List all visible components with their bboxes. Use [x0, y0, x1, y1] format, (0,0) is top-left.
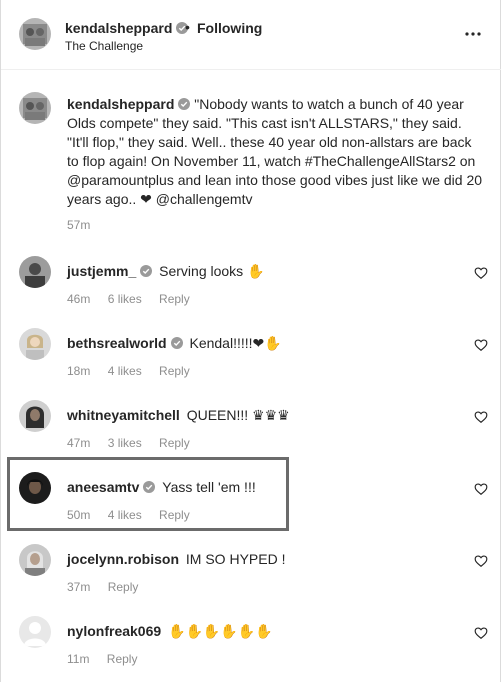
like-heart-icon[interactable] [474, 410, 488, 424]
avatar[interactable] [19, 256, 51, 288]
comment-body: Serving looks ✋ [159, 263, 265, 279]
comment-item: nylonfreak069 ✋✋✋✋✋✋ 11m Reply [1, 616, 501, 682]
avatar[interactable] [19, 400, 51, 432]
like-heart-icon[interactable] [474, 482, 488, 496]
comment-username[interactable]: nylonfreak069 [67, 623, 161, 639]
comment-body: ✋✋✋✋✋✋ [168, 623, 273, 639]
reply-button[interactable]: Reply [159, 436, 190, 450]
comment-timestamp[interactable]: 46m [67, 292, 90, 306]
verified-badge-icon [140, 265, 153, 277]
avatar[interactable] [19, 18, 51, 50]
post-header: kendalsheppard • Following The Challenge [1, 0, 501, 70]
comment-meta: 11m Reply [67, 652, 151, 666]
comment-meta: 37m Reply [67, 580, 152, 594]
comment-username[interactable]: whitneyamitchell [67, 407, 180, 423]
like-heart-icon[interactable] [474, 338, 488, 352]
comment-meta: 47m 3 likes Reply [67, 436, 204, 450]
post-author-name[interactable]: kendalsheppard [65, 20, 172, 36]
comment-item: justjemm_ Serving looks ✋ 46m 6 likes Re… [1, 256, 501, 328]
avatar[interactable] [19, 328, 51, 360]
highlight-frame [7, 457, 289, 531]
separator-dot: • [185, 19, 190, 35]
reply-button[interactable]: Reply [159, 364, 190, 378]
comment-text: nylonfreak069 ✋✋✋✋✋✋ [67, 622, 447, 640]
comment-likes[interactable]: 6 likes [108, 292, 142, 306]
comment-body: Kendal!!!!!❤✋ [189, 335, 282, 351]
comment-body: QUEEN!!! ♛♛♛ [186, 407, 290, 423]
comment-text: justjemm_ Serving looks ✋ [67, 262, 447, 280]
comment-meta: 18m 4 likes Reply [67, 364, 204, 378]
comment-meta: 46m 6 likes Reply [67, 292, 204, 306]
comment-body: IM SO HYPED ! [185, 551, 286, 567]
verified-badge-icon [170, 337, 183, 349]
avatar[interactable] [19, 92, 51, 124]
comment-likes[interactable]: 3 likes [108, 436, 142, 450]
like-heart-icon[interactable] [474, 626, 488, 640]
comment-timestamp[interactable]: 37m [67, 580, 90, 594]
comment-item: jocelynn.robison IM SO HYPED ! 37m Reply [1, 544, 501, 616]
post-author-username[interactable]: kendalsheppard [65, 20, 189, 36]
post-comments-panel: kendalsheppard • Following The Challenge… [0, 0, 501, 682]
comment-timestamp[interactable]: 18m [67, 364, 90, 378]
avatar[interactable] [19, 544, 51, 576]
comment-username[interactable]: jocelynn.robison [67, 551, 179, 567]
like-heart-icon[interactable] [474, 266, 488, 280]
caption-text: kendalsheppard "Nobody wants to watch a … [67, 95, 487, 209]
more-options-icon[interactable] [463, 26, 483, 42]
caption-body: "Nobody wants to watch a bunch of 40 yea… [67, 96, 483, 207]
post-location[interactable]: The Challenge [65, 39, 143, 53]
reply-button[interactable]: Reply [108, 580, 139, 594]
comment-username[interactable]: justjemm_ [67, 263, 136, 279]
reply-button[interactable]: Reply [107, 652, 138, 666]
verified-badge-icon [178, 98, 191, 110]
caption-username[interactable]: kendalsheppard [67, 96, 174, 112]
comment-likes[interactable]: 4 likes [108, 364, 142, 378]
avatar[interactable] [19, 616, 51, 648]
reply-button[interactable]: Reply [159, 292, 190, 306]
comment-timestamp[interactable]: 47m [67, 436, 90, 450]
comment-text: whitneyamitchell QUEEN!!! ♛♛♛ [67, 406, 447, 424]
comment-username[interactable]: bethsrealworld [67, 335, 167, 351]
comment-text: jocelynn.robison IM SO HYPED ! [67, 550, 447, 568]
following-button[interactable]: Following [197, 20, 262, 36]
caption-timestamp[interactable]: 57m [67, 218, 90, 232]
comment-text: bethsrealworld Kendal!!!!!❤✋ [67, 334, 447, 352]
comment-item: bethsrealworld Kendal!!!!!❤✋ 18m 4 likes… [1, 328, 501, 400]
comment-timestamp[interactable]: 11m [67, 652, 89, 666]
like-heart-icon[interactable] [474, 554, 488, 568]
